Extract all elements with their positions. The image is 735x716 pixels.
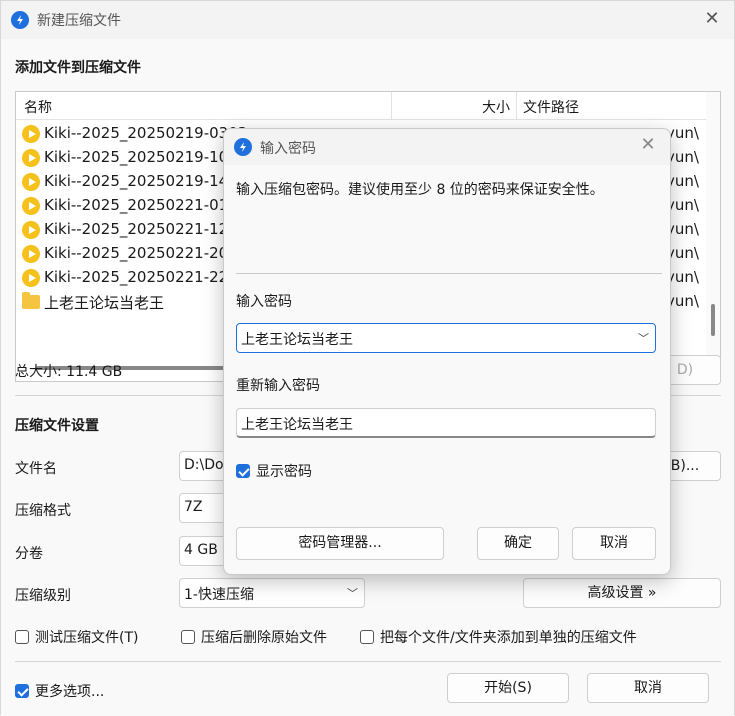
file-list-header: 名称 大小 文件路径	[16, 92, 706, 120]
close-icon[interactable]: ✕	[638, 135, 658, 155]
file-name: Kiki--2025_20250221-224	[44, 268, 238, 286]
chevron-down-icon: ﹀	[347, 587, 358, 600]
app-logo-icon	[234, 138, 252, 156]
checkbox-label: 显示密码	[256, 464, 312, 480]
close-icon[interactable]: ✕	[702, 9, 722, 29]
checkbox-label: 更多选项...	[35, 684, 105, 700]
level-select[interactable]: 1-快速压缩 ﹀	[179, 578, 365, 608]
checkbox-checked-icon	[236, 464, 250, 478]
main-window: 新建压缩文件 ✕ 添加文件到压缩文件 名称 大小 文件路径 Kiki--2025…	[0, 0, 735, 716]
files-section-title: 添加文件到压缩文件	[15, 60, 141, 76]
video-file-icon	[22, 125, 40, 143]
checkbox-label: 把每个文件/文件夹添加到单独的压缩文件	[380, 630, 637, 646]
dialog-description: 输入压缩包密码。建议使用至少 8 位的密码来保证安全性。	[236, 182, 604, 198]
test-archive-checkbox[interactable]: 测试压缩文件(T)	[15, 627, 138, 647]
scrollbar-thumb[interactable]	[711, 304, 715, 336]
dialog-cancel-button[interactable]: 取消	[572, 527, 656, 560]
separate-archives-checkbox[interactable]: 把每个文件/文件夹添加到单独的压缩文件	[360, 627, 637, 647]
password-dialog: 输入密码 ✕ 输入压缩包密码。建议使用至少 8 位的密码来保证安全性。 输入密码…	[223, 128, 671, 575]
folder-icon	[22, 292, 40, 309]
checkbox-icon	[181, 630, 195, 644]
confirm-password-input[interactable]: 上老王论坛当老王	[236, 408, 656, 438]
show-password-checkbox[interactable]: 显示密码	[236, 461, 312, 481]
video-file-icon	[22, 269, 40, 287]
settings-section-title: 压缩文件设置	[15, 418, 99, 434]
level-value: 1-快速压缩	[184, 587, 254, 603]
divider	[15, 661, 721, 662]
file-name: 上老王论坛当老王	[44, 294, 165, 312]
checkbox-label: 压缩后删除原始文件	[201, 630, 327, 646]
more-options-checkbox[interactable]: 更多选项...	[15, 681, 104, 701]
column-separator	[391, 92, 392, 120]
title-bar: 新建压缩文件 ✕	[1, 1, 734, 39]
file-name: Kiki--2025_20250219-141	[44, 172, 238, 190]
password-manager-button[interactable]: 密码管理器...	[236, 527, 444, 560]
cancel-button[interactable]: 取消	[587, 673, 709, 703]
column-name-header[interactable]: 名称	[24, 97, 52, 117]
video-file-icon	[22, 245, 40, 263]
advanced-settings-button[interactable]: 高级设置 »	[523, 578, 721, 608]
video-file-icon	[22, 173, 40, 191]
password-value: 上老王论坛当老王	[241, 332, 353, 348]
app-logo-icon	[11, 11, 29, 29]
divider	[236, 273, 662, 274]
format-label: 压缩格式	[15, 503, 71, 519]
file-name: Kiki--2025_20250221-206	[44, 244, 238, 262]
video-file-icon	[22, 149, 40, 167]
level-label: 压缩级别	[15, 588, 71, 604]
password-input[interactable]: 上老王论坛当老王 ﹀	[236, 323, 656, 353]
confirm-password-label: 重新输入密码	[236, 378, 320, 394]
dialog-title: 输入密码	[260, 141, 316, 157]
column-separator	[516, 92, 517, 120]
checkbox-checked-icon	[15, 684, 29, 698]
split-label: 分卷	[15, 546, 43, 562]
vertical-scrollbar[interactable]	[706, 92, 720, 381]
dialog-body: 输入压缩包密码。建议使用至少 8 位的密码来保证安全性。 输入密码 上老王论坛当…	[224, 165, 670, 576]
column-path-header[interactable]: 文件路径	[523, 97, 579, 117]
column-size-header[interactable]: 大小	[482, 97, 510, 117]
ok-button[interactable]: 确定	[477, 527, 559, 560]
video-file-icon	[22, 221, 40, 239]
delete-after-checkbox[interactable]: 压缩后删除原始文件	[181, 627, 327, 647]
window-title: 新建压缩文件	[37, 13, 121, 29]
filename-label: 文件名	[15, 461, 57, 477]
checkbox-icon	[360, 630, 374, 644]
start-button[interactable]: 开始(S)	[447, 673, 569, 703]
file-name: Kiki--2025_20250221-120	[44, 220, 238, 238]
video-file-icon	[22, 197, 40, 215]
checkbox-label: 测试压缩文件(T)	[35, 630, 139, 646]
checkbox-icon	[15, 630, 29, 644]
total-size: 总大小: 11.4 GB	[15, 364, 123, 380]
dialog-title-bar: 输入密码 ✕	[224, 129, 670, 165]
chevron-down-icon[interactable]: ﹀	[638, 330, 649, 346]
file-name: Kiki--2025_20250221-014	[44, 196, 238, 214]
password-label: 输入密码	[236, 294, 292, 310]
file-name: Kiki--2025_20250219-106	[44, 148, 238, 166]
